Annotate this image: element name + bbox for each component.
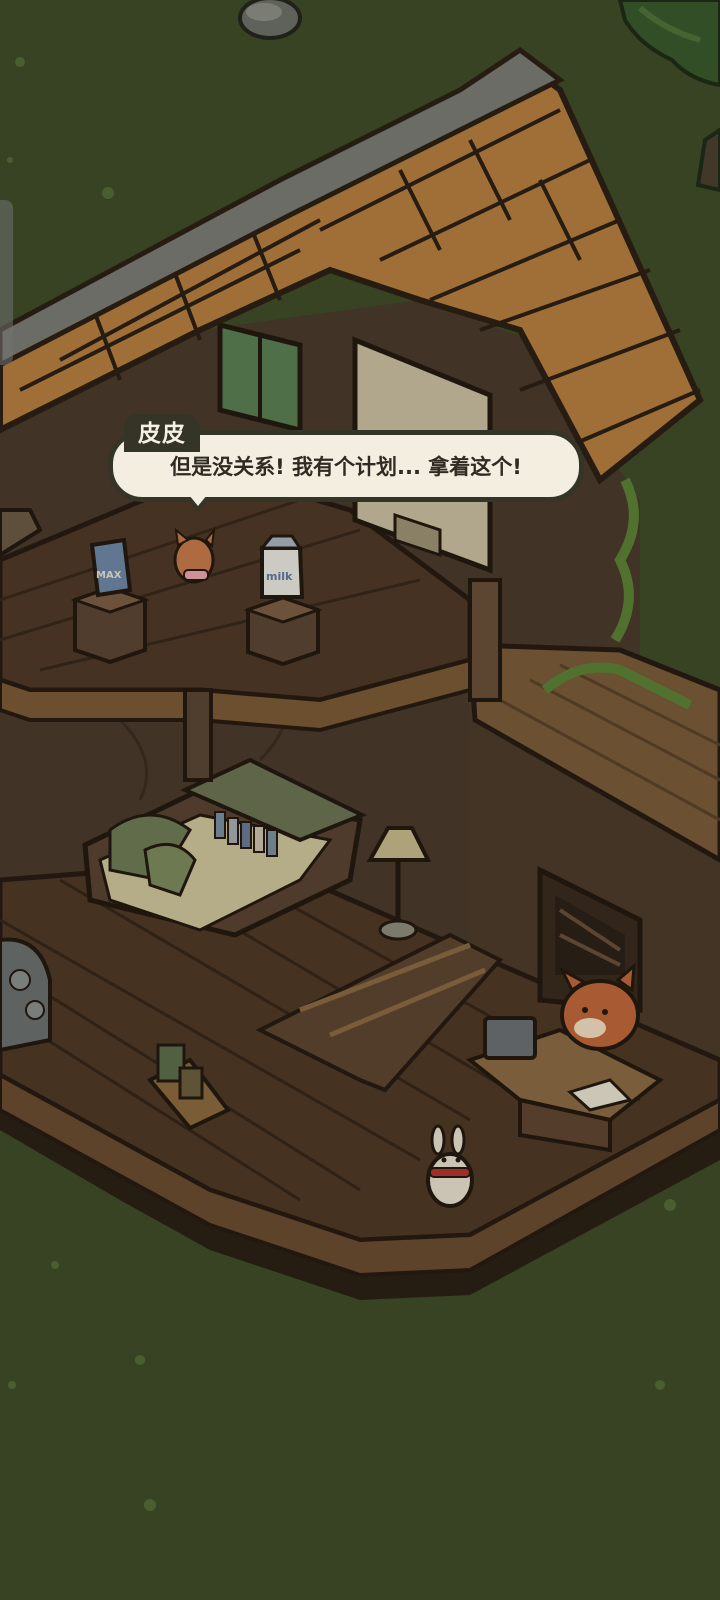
house-scene[interactable]: MAX milk: [0, 0, 720, 1600]
game-screen[interactable]: MAX milk 但是没关系! 我有个计划... 拿着这个! 皮皮: [0, 0, 720, 1600]
side-drawer-handle[interactable]: [0, 200, 13, 365]
speaker-name: 皮皮: [138, 421, 186, 447]
dim-overlay: [0, 0, 720, 1600]
dialog-text: 但是没关系! 我有个计划... 拿着这个!: [170, 455, 522, 479]
dialog-tail-fill: [189, 495, 207, 506]
speaker-name-tag: 皮皮: [124, 414, 200, 452]
